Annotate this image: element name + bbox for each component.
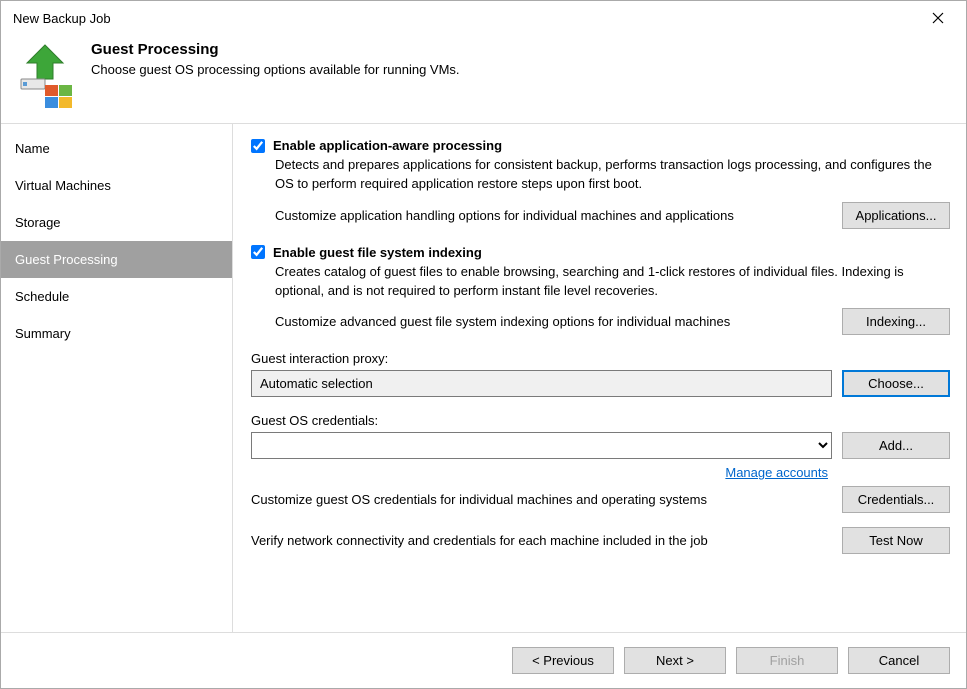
indexing-checkbox-row: Enable guest file system indexing bbox=[251, 245, 950, 260]
titlebar: New Backup Job bbox=[1, 1, 966, 35]
indexing-customize-row: Customize advanced guest file system ind… bbox=[275, 308, 950, 335]
credentials-field-row: Add... bbox=[251, 432, 950, 459]
sidebar-item-summary[interactable]: Summary bbox=[1, 315, 232, 352]
appaware-checkbox[interactable] bbox=[251, 139, 265, 153]
appaware-customize-text: Customize application handling options f… bbox=[275, 208, 832, 223]
choose-button[interactable]: Choose... bbox=[842, 370, 950, 397]
close-icon bbox=[932, 12, 944, 24]
sidebar-item-storage[interactable]: Storage bbox=[1, 204, 232, 241]
next-button[interactable]: Next > bbox=[624, 647, 726, 674]
credentials-customize-text: Customize guest OS credentials for indiv… bbox=[251, 492, 832, 507]
indexing-desc: Creates catalog of guest files to enable… bbox=[275, 263, 950, 301]
indexing-label[interactable]: Enable guest file system indexing bbox=[273, 245, 482, 260]
previous-button[interactable]: < Previous bbox=[512, 647, 614, 674]
appaware-customize-row: Customize application handling options f… bbox=[275, 202, 950, 229]
verify-row: Verify network connectivity and credenti… bbox=[251, 527, 950, 554]
verify-text: Verify network connectivity and credenti… bbox=[251, 533, 832, 548]
proxy-field-row: Choose... bbox=[251, 370, 950, 397]
wizard-sidebar: Name Virtual Machines Storage Guest Proc… bbox=[1, 124, 233, 632]
indexing-button[interactable]: Indexing... bbox=[842, 308, 950, 335]
page-subtitle: Choose guest OS processing options avail… bbox=[91, 62, 460, 77]
appaware-desc: Detects and prepares applications for co… bbox=[275, 156, 950, 194]
wizard-header-text: Guest Processing Choose guest OS process… bbox=[91, 41, 460, 77]
section-appaware: Enable application-aware processing Dete… bbox=[251, 138, 950, 235]
manage-accounts-row: Manage accounts bbox=[251, 465, 950, 480]
proxy-input[interactable] bbox=[251, 370, 832, 397]
credentials-customize-row: Customize guest OS credentials for indiv… bbox=[251, 486, 950, 513]
page-title: Guest Processing bbox=[91, 41, 460, 58]
credentials-button[interactable]: Credentials... bbox=[842, 486, 950, 513]
sidebar-item-schedule[interactable]: Schedule bbox=[1, 278, 232, 315]
sidebar-item-guest-processing[interactable]: Guest Processing bbox=[1, 241, 232, 278]
indexing-checkbox[interactable] bbox=[251, 245, 265, 259]
section-indexing: Enable guest file system indexing Create… bbox=[251, 245, 950, 342]
manage-accounts-link[interactable]: Manage accounts bbox=[725, 465, 828, 480]
wizard-icon bbox=[15, 41, 75, 109]
proxy-label: Guest interaction proxy: bbox=[251, 351, 950, 366]
test-now-button[interactable]: Test Now bbox=[842, 527, 950, 554]
indexing-customize-text: Customize advanced guest file system ind… bbox=[275, 314, 832, 329]
wizard-main: Enable application-aware processing Dete… bbox=[233, 124, 966, 632]
close-button[interactable] bbox=[918, 4, 958, 32]
add-button[interactable]: Add... bbox=[842, 432, 950, 459]
dialog-window: New Backup Job Guest Processing Choose g… bbox=[0, 0, 967, 689]
appaware-label[interactable]: Enable application-aware processing bbox=[273, 138, 502, 153]
applications-button[interactable]: Applications... bbox=[842, 202, 950, 229]
wizard-footer: < Previous Next > Finish Cancel bbox=[1, 632, 966, 688]
wizard-header: Guest Processing Choose guest OS process… bbox=[1, 35, 966, 123]
credentials-label: Guest OS credentials: bbox=[251, 413, 950, 428]
sidebar-item-virtual-machines[interactable]: Virtual Machines bbox=[1, 167, 232, 204]
section-proxy: Guest interaction proxy: Choose... bbox=[251, 351, 950, 403]
cancel-button[interactable]: Cancel bbox=[848, 647, 950, 674]
appaware-checkbox-row: Enable application-aware processing bbox=[251, 138, 950, 153]
window-title: New Backup Job bbox=[13, 11, 111, 26]
finish-button: Finish bbox=[736, 647, 838, 674]
credentials-select[interactable] bbox=[251, 432, 832, 459]
sidebar-item-name[interactable]: Name bbox=[1, 130, 232, 167]
wizard-body: Name Virtual Machines Storage Guest Proc… bbox=[1, 123, 966, 632]
section-credentials: Guest OS credentials: Add... Manage acco… bbox=[251, 413, 950, 568]
